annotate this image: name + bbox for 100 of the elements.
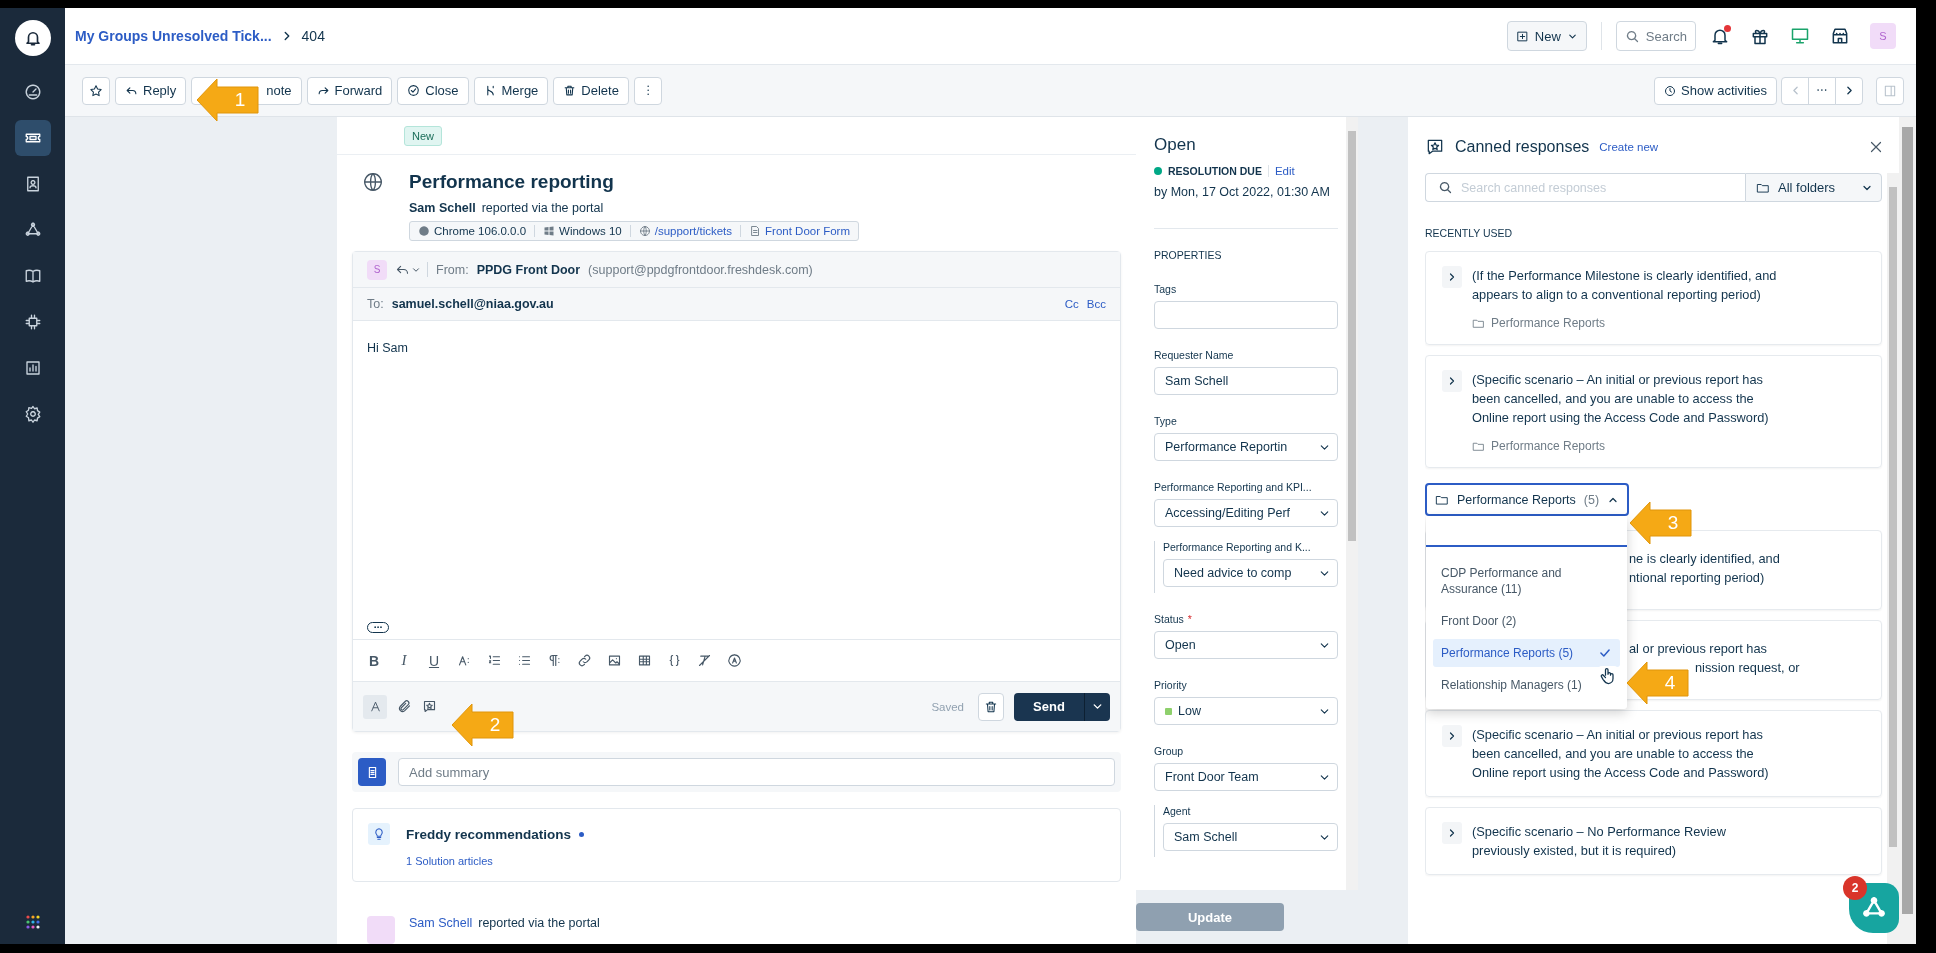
star-button[interactable]: [82, 76, 110, 105]
requester-link[interactable]: Sam Schell: [409, 916, 473, 930]
indicator-dot: [579, 831, 585, 837]
toolbar-button[interactable]: Forward: [306, 76, 393, 105]
nav-item[interactable]: [14, 120, 51, 156]
section-heading: PROPERTIES: [1154, 249, 1223, 261]
scrollbar[interactable]: [1346, 117, 1358, 890]
italic-button[interactable]: I: [393, 649, 415, 672]
discard-button[interactable]: [978, 692, 1004, 721]
callout-tooltip: 1: [197, 77, 259, 123]
side-panel-icon: [1883, 83, 1897, 98]
meta-link[interactable]: /support/tickets: [654, 225, 733, 237]
expand-button[interactable]: [1442, 725, 1462, 747]
solution-articles-link[interactable]: 1 Solution articles: [406, 855, 1106, 867]
link-icon: [576, 653, 592, 668]
from-name[interactable]: PPDG Front Door: [476, 262, 581, 277]
text-field[interactable]: [1154, 301, 1338, 329]
toolbar-button[interactable]: Reply: [115, 76, 187, 105]
folder-option[interactable]: Performance Reports (5): [1433, 639, 1620, 667]
plus-icon: [1515, 29, 1529, 43]
field-label: Type: [1154, 415, 1178, 427]
meta-text: Chrome 106.0.0.0: [434, 225, 527, 237]
bold-button[interactable]: B: [363, 649, 385, 672]
select-field[interactable]: Open: [1154, 631, 1338, 659]
cc-link[interactable]: Cc: [1064, 298, 1079, 310]
check-icon: [1598, 646, 1612, 660]
browser-icon: [418, 225, 430, 237]
scrollbar[interactable]: [1887, 173, 1899, 944]
create-new-link[interactable]: Create new: [1599, 141, 1659, 153]
response-text: (Specific scenario – An initial or previous report has been cancelled, and you are unable to access the Online report using the Access Code and Password): [1472, 726, 1770, 782]
meta-link[interactable]: Front Door Form: [765, 225, 851, 237]
field-label: Performance Reporting and K...: [1163, 541, 1312, 553]
globe-icon: [362, 171, 384, 193]
canned-responses-button[interactable]: [422, 699, 437, 714]
folder-filter[interactable]: All folders: [1745, 173, 1882, 202]
folder-select[interactable]: Performance Reports (5): [1425, 483, 1629, 516]
settings-icon: [23, 405, 42, 423]
response-text: (Specific scenario – No Performance Review previously existed, but it is required): [1472, 823, 1727, 860]
more-icon: [646, 85, 650, 96]
message-body[interactable]: Hi Sam: [367, 341, 1106, 355]
reply-type-selector[interactable]: [395, 262, 428, 277]
select-field[interactable]: Need advice to comp: [1163, 559, 1338, 587]
store-icon[interactable]: [1830, 26, 1850, 46]
dropdown-search-field[interactable]: [1426, 516, 1627, 547]
app-logo[interactable]: [14, 20, 51, 56]
folder-option[interactable]: Relationship Managers (1): [1433, 671, 1620, 699]
select-field[interactable]: Low: [1154, 697, 1338, 725]
monitor-icon[interactable]: [1790, 26, 1810, 46]
response-card[interactable]: (Specific scenario – An initial or previous report has been cancelled, and you are unable to access the Online report using the Access Code and Password) Performance Reports: [1425, 355, 1882, 468]
sender-avatar: S: [367, 259, 387, 280]
response-text: (Specific scenario – An initial or previous report has been cancelled, and you are unable to access the Online report using the Access Code and Password): [1472, 371, 1770, 427]
response-card[interactable]: (If the Performance Milestone is clearly identified, and appears to align to a conventional reporting period) Performance Reports: [1425, 251, 1882, 345]
toolbar-button[interactable]: Merge: [473, 76, 549, 105]
search-button[interactable]: Search: [1615, 21, 1696, 51]
expand-button[interactable]: [1442, 822, 1462, 844]
select-field[interactable]: Performance Reportin: [1154, 433, 1338, 461]
field-label: Status *: [1154, 613, 1193, 625]
breadcrumb-link[interactable]: My Groups Unresolved Tick...: [75, 28, 272, 44]
toolbar-button[interactable]: Delete: [553, 76, 629, 105]
callout-tooltip: 2: [452, 702, 514, 748]
trash-icon: [984, 699, 998, 714]
select-field[interactable]: Accessing/Editing Perf: [1154, 499, 1338, 527]
bar-chart-icon: [23, 359, 42, 377]
toolbar-button[interactable]: Close: [397, 76, 469, 105]
bcc-link[interactable]: Bcc: [1086, 298, 1106, 310]
sla-label: RESOLUTION DUE: [1168, 165, 1262, 177]
response-text: ne is clearly identified, and: [1629, 550, 1781, 568]
book-icon: [23, 267, 42, 285]
text-field[interactable]: Sam Schell: [1154, 367, 1338, 395]
expand-button[interactable]: [1442, 370, 1462, 392]
response-card[interactable]: (Specific scenario – No Performance Review previously existed, but it is required): [1425, 807, 1882, 875]
from-email: (support@ppdgfrontdoor.freshdesk.com): [588, 262, 813, 277]
canned-response-icon: [422, 699, 437, 714]
search-icon: [1438, 180, 1453, 195]
show-activities-button[interactable]: Show activities: [1654, 76, 1777, 105]
font-size-icon: [456, 653, 472, 668]
form-icon: [749, 225, 762, 237]
recipient-email[interactable]: samuel.schell@niaa.gov.au: [391, 297, 554, 311]
expand-button[interactable]: [1442, 266, 1462, 288]
select-field[interactable]: Sam Schell: [1163, 823, 1338, 851]
search-field[interactable]: Search canned responses: [1425, 173, 1745, 202]
attach-button[interactable]: [397, 699, 412, 714]
folder-option[interactable]: CDP Performance and Assurance (11): [1433, 559, 1620, 603]
response-card[interactable]: (Specific scenario – An initial or previous report has been cancelled, and you are unable to access the Online report using the Access Code and Password): [1425, 710, 1882, 797]
underline-button[interactable]: U: [423, 649, 445, 672]
new-button[interactable]: New: [1506, 21, 1587, 51]
select-field[interactable]: Front Door Team: [1154, 763, 1338, 791]
triangle-nodes-icon: [23, 221, 42, 239]
edit-link[interactable]: Edit: [1267, 165, 1295, 177]
summary-field[interactable]: Add summary: [398, 758, 1115, 786]
callout-tooltip: 3: [1630, 500, 1692, 546]
source-text: reported via the portal: [481, 201, 604, 215]
apps-grid-icon[interactable]: [24, 914, 41, 930]
send-options-button[interactable]: [1084, 692, 1110, 721]
text-style-button[interactable]: [363, 694, 387, 719]
trash-icon: [563, 84, 577, 97]
scrollbar[interactable]: [1899, 117, 1916, 944]
table-icon: [636, 653, 652, 668]
send-button[interactable]: Send: [1014, 692, 1084, 721]
folder-name: Performance Reports: [1491, 316, 1606, 330]
